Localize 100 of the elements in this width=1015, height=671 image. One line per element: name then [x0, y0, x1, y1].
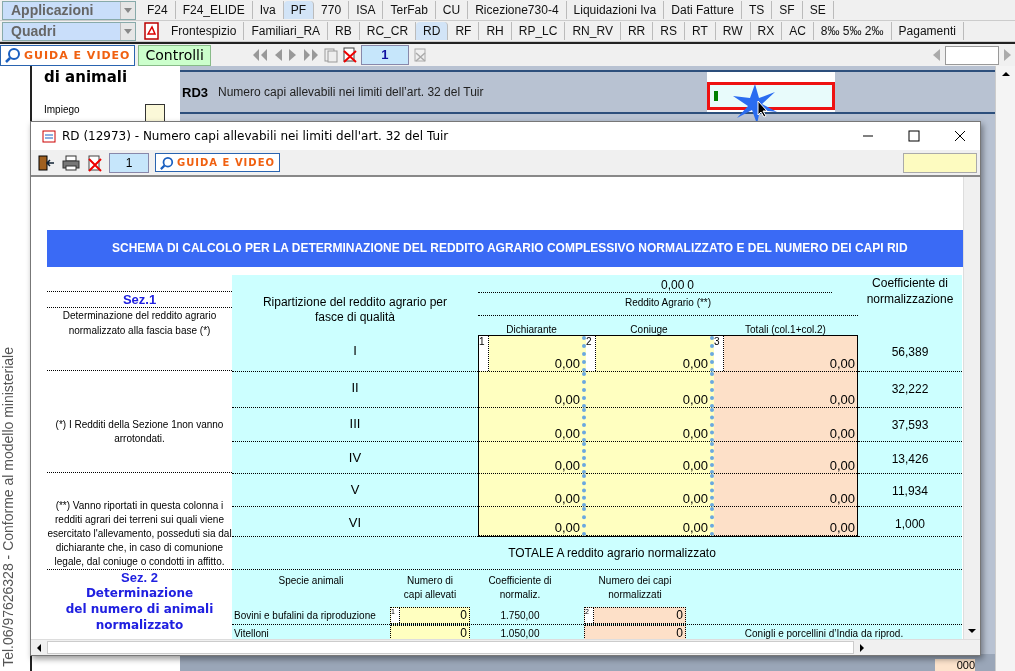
app-tab[interactable]: ISA: [349, 1, 384, 19]
sheet-tab[interactable]: Frontespizio: [164, 22, 245, 40]
coefficient-value: 1,000: [858, 507, 962, 537]
count-field[interactable]: 0: [391, 626, 469, 639]
amount-field[interactable]: 0,00: [829, 356, 855, 371]
amount-field[interactable]: 0,00: [554, 520, 580, 535]
field-number: 2: [586, 336, 596, 371]
amount-field[interactable]: 0,00: [682, 491, 708, 506]
scroll-right-icon[interactable]: [858, 642, 866, 653]
footnote: (**) Vanno riportati in questa colonna i redditi agrari dei terreni sui quali viene esercitato l'allevamento, posseduti sia dal dichiarante che, in caso di comunione legale, dal coniuge o condotti in affitto.: [47, 499, 232, 569]
column-header: Specie animali: [277, 574, 345, 588]
field-number: 1: [479, 336, 489, 371]
normalized-field[interactable]: 0: [585, 626, 685, 639]
sheet-tab[interactable]: AC: [782, 22, 814, 40]
caret-icon[interactable]: [124, 7, 132, 13]
scroll-left-icon[interactable]: [35, 642, 43, 653]
sheet-tab[interactable]: RN_RV: [565, 22, 621, 40]
amount-field[interactable]: 0,00: [829, 426, 855, 441]
row-header: III: [232, 408, 478, 442]
app-tab[interactable]: SF: [772, 1, 803, 19]
species-label: Bovini e bufalini da riproduzione: [233, 609, 377, 623]
sheet-tab[interactable]: RT: [684, 22, 716, 40]
pdf-icon[interactable]: [144, 22, 160, 40]
amount-field[interactable]: 0,00: [682, 392, 708, 407]
checkbox[interactable]: [145, 104, 165, 124]
sheet-tab[interactable]: RX: [750, 22, 783, 40]
close-icon[interactable]: [954, 130, 966, 142]
sheet-tab[interactable]: RP_LC: [511, 22, 566, 40]
sheet-tab[interactable]: RR: [620, 22, 654, 40]
column-header: Reddito Agrario (**): [624, 297, 712, 309]
sheet-tab[interactable]: RS: [653, 22, 685, 40]
amount-field[interactable]: 0,00: [554, 356, 580, 371]
species-label: Vitelloni: [233, 627, 270, 639]
input-field[interactable]: [945, 45, 999, 65]
footnote: (*) I Redditi della Sezione 1non vanno arrotondati.: [54, 418, 225, 446]
row-header: VI: [232, 507, 478, 537]
amount-field[interactable]: 0,00: [682, 458, 708, 473]
app-tab[interactable]: F24: [140, 1, 176, 19]
amount-field[interactable]: 0,00: [554, 426, 580, 441]
amount-field[interactable]: 0,00: [554, 491, 580, 506]
input-field[interactable]: [903, 152, 977, 173]
amount-field[interactable]: 0,00: [829, 491, 855, 506]
amount-field[interactable]: 0,00: [829, 392, 855, 407]
column-header: Coefficiente di normaliz.: [487, 574, 553, 602]
coefficient-value: 37,593: [858, 408, 962, 442]
section-description: Determinazione del reddito agrario normalizzato alla fascia base (*): [61, 309, 218, 338]
sheet-tab[interactable]: RD: [416, 22, 449, 40]
app-tab[interactable]: Iva: [252, 1, 284, 19]
delete-page-icon[interactable]: [341, 47, 358, 63]
page-field[interactable]: 1: [109, 152, 149, 173]
scrollbar[interactable]: [995, 66, 1015, 671]
sheet-tab[interactable]: Familiari_RA: [244, 22, 329, 40]
app-tab[interactable]: 770: [314, 1, 350, 19]
app-tab[interactable]: Ricezione730-4: [468, 1, 567, 19]
next-icon[interactable]: [1003, 47, 1013, 63]
amount-field[interactable]: 0,00: [829, 520, 855, 535]
app-tab[interactable]: TerFab: [383, 1, 436, 19]
caret-icon[interactable]: [124, 28, 132, 34]
page-icon[interactable]: [411, 47, 428, 63]
sheet-tab[interactable]: RF: [448, 22, 480, 40]
column-header: Coniuge: [629, 324, 669, 335]
amount-field[interactable]: 0,00: [554, 392, 580, 407]
row-header: II: [232, 372, 478, 408]
maximize-icon[interactable]: [908, 130, 920, 142]
scrollbar[interactable]: [963, 177, 980, 639]
app-tab[interactable]: Liquidazioni Iva: [566, 1, 665, 19]
coefficient-value: 1.050,00: [499, 627, 541, 639]
sheet-tab[interactable]: Pagamenti: [891, 22, 964, 40]
sheet-tab[interactable]: RH: [479, 22, 512, 40]
exit-icon[interactable]: [37, 153, 55, 172]
row-code: RD3: [182, 84, 208, 100]
amount-field[interactable]: 0,00: [682, 356, 708, 371]
number-field[interactable]: [707, 82, 835, 110]
app-tab[interactable]: SE: [802, 1, 834, 19]
sheet-tab[interactable]: 8‰ 5‰ 2‰: [813, 22, 892, 40]
previous-icon[interactable]: [931, 47, 941, 63]
app-tab[interactable]: PF: [283, 1, 315, 19]
amount-field[interactable]: 0,00: [554, 458, 580, 473]
page-field[interactable]: 1: [360, 45, 409, 65]
sheet-tab[interactable]: RB: [328, 22, 360, 40]
column-header: Ripartizione del reddito agrario per fasce di qualità: [261, 294, 449, 326]
controls-button[interactable]: Controlli: [138, 44, 211, 66]
last-page-icon[interactable]: [301, 47, 320, 63]
print-icon[interactable]: [61, 153, 81, 172]
column-header: Totali (col.1+col.2): [744, 324, 827, 335]
applications-dropdown[interactable]: Applicazioni: [2, 0, 136, 20]
app-tab[interactable]: Dati Fatture: [664, 1, 742, 19]
amount-field[interactable]: 0,00: [829, 458, 855, 473]
scroll-down-icon[interactable]: [967, 627, 977, 635]
app-tab[interactable]: F24_ELIDE: [175, 1, 253, 19]
sheets-dropdown[interactable]: Quadri: [2, 21, 136, 41]
amount-field[interactable]: 0,00: [682, 426, 708, 441]
search-icon: [160, 155, 174, 170]
scrollbar[interactable]: [31, 639, 980, 655]
app-tab[interactable]: TS: [742, 1, 773, 19]
app-tab[interactable]: CU: [435, 1, 469, 19]
delete-page-icon[interactable]: [87, 153, 103, 172]
row-label: Numero capi allevabili nei limiti dell’art. 32 del Tuir: [218, 85, 484, 99]
sheet-tab[interactable]: RW: [715, 22, 751, 40]
amount-field[interactable]: 0,00: [682, 520, 708, 535]
